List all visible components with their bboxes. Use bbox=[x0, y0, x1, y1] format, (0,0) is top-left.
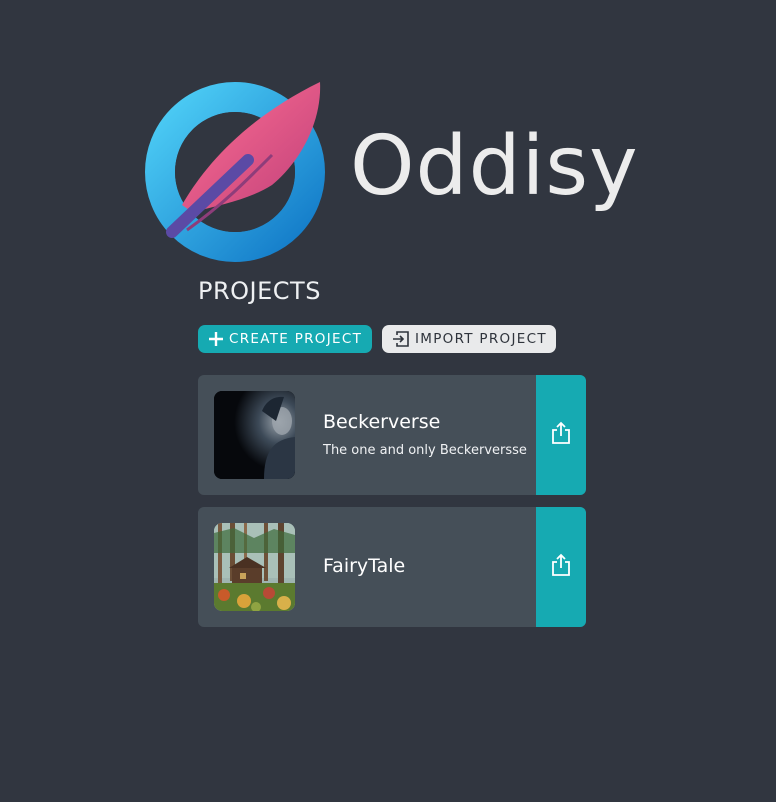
share-icon bbox=[551, 553, 571, 581]
share-icon bbox=[551, 421, 571, 449]
share-button[interactable] bbox=[536, 375, 586, 495]
import-icon bbox=[392, 330, 410, 348]
page-title: PROJECTS bbox=[198, 277, 321, 305]
project-thumbnail bbox=[214, 391, 295, 479]
import-project-label: IMPORT PROJECT bbox=[415, 331, 547, 347]
project-title: FairyTale bbox=[323, 555, 406, 577]
create-project-label: CREATE PROJECT bbox=[229, 331, 363, 347]
logo-mark bbox=[145, 82, 325, 262]
project-card[interactable]: Beckerverse The one and only Beckerverss… bbox=[198, 375, 586, 495]
project-card[interactable]: FairyTale bbox=[198, 507, 586, 627]
project-toolbar: CREATE PROJECT IMPORT PROJECT bbox=[198, 325, 556, 353]
create-project-button[interactable]: CREATE PROJECT bbox=[198, 325, 372, 353]
project-description: The one and only Beckerversse bbox=[323, 443, 527, 458]
import-project-button[interactable]: IMPORT PROJECT bbox=[382, 325, 556, 353]
share-button[interactable] bbox=[536, 507, 586, 627]
project-title: Beckerverse bbox=[323, 411, 441, 433]
project-thumbnail bbox=[214, 523, 295, 611]
app-logo: Oddisy bbox=[142, 80, 662, 270]
app-name: Oddisy bbox=[350, 119, 639, 214]
plus-icon bbox=[208, 331, 224, 347]
